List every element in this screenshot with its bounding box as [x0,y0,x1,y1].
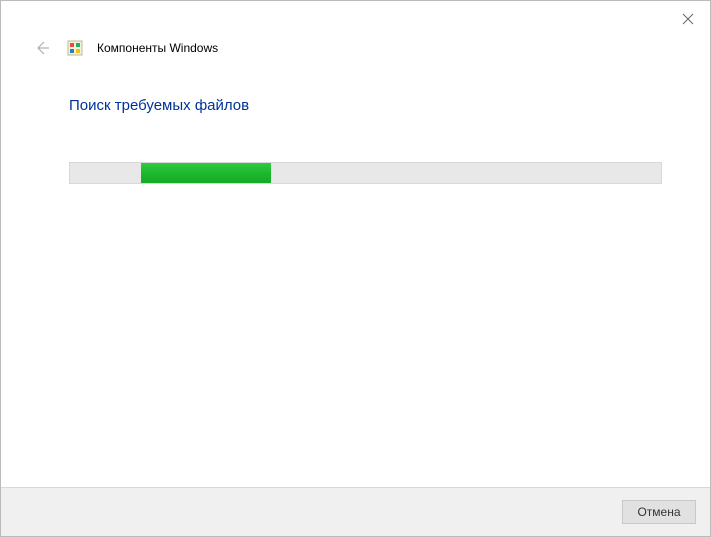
footer: Отмена [1,487,710,536]
cancel-button[interactable]: Отмена [622,500,696,524]
window-title: Компоненты Windows [97,41,218,55]
progress-segment [141,163,271,183]
arrow-left-icon [33,39,51,57]
content-area: Поиск требуемых файлов [1,59,710,487]
windows-features-icon [67,40,83,56]
page-heading: Поиск требуемых файлов [69,97,662,114]
progress-bar [69,162,662,184]
header-row: Компоненты Windows [1,33,710,59]
titlebar [1,1,710,33]
back-button [31,37,53,59]
dialog-window: Компоненты Windows Поиск требуемых файло… [0,0,711,537]
close-icon [682,13,694,25]
close-button[interactable] [678,9,698,29]
